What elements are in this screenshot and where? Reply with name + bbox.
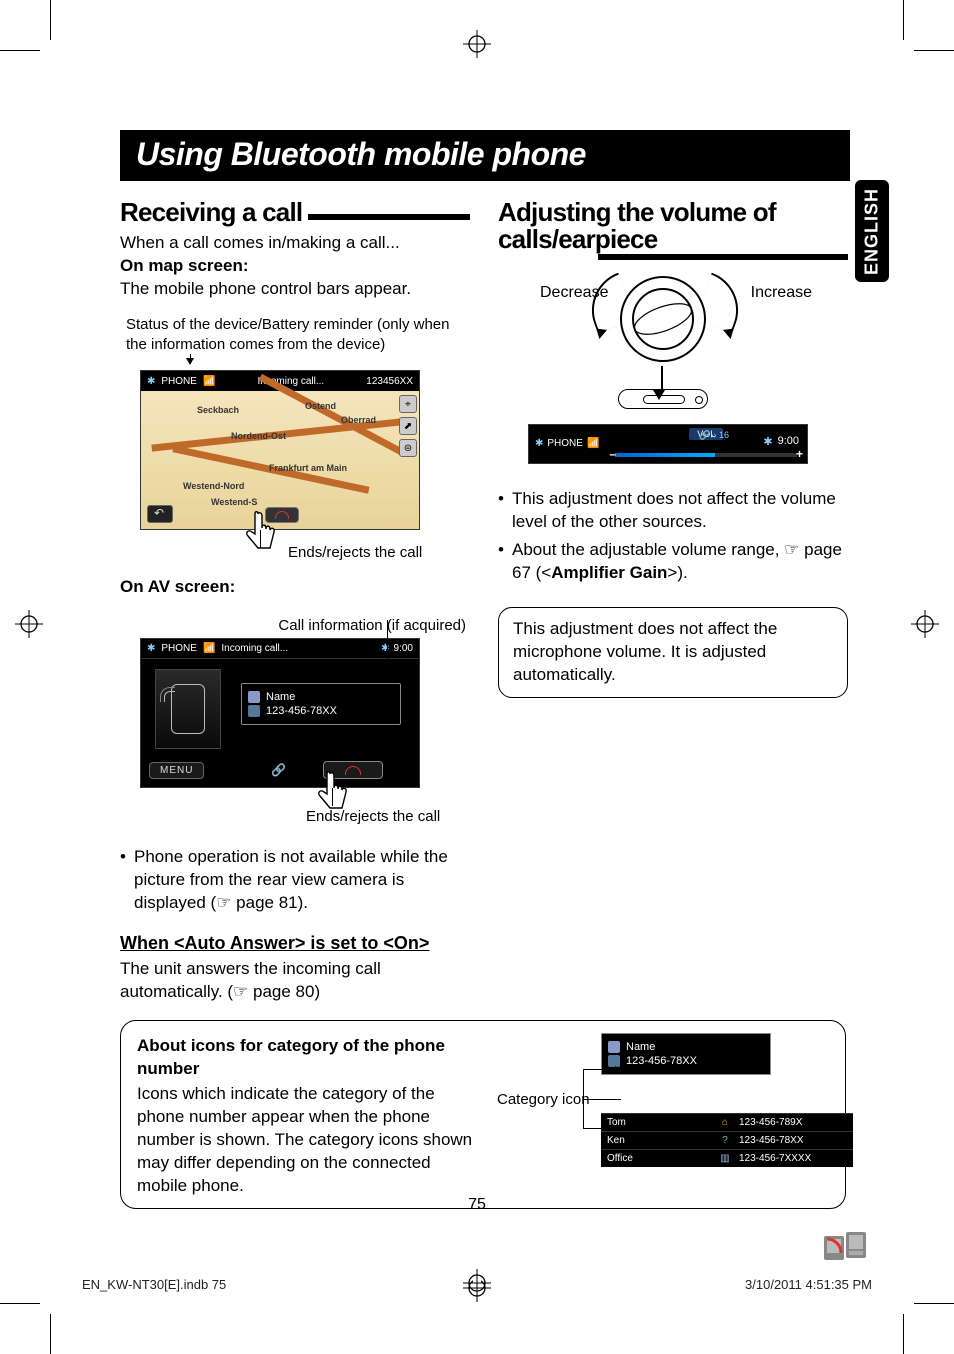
bluetooth-icon: ✱ — [535, 438, 543, 449]
section-heading-volume: Adjusting the volume of calls/earpiece — [498, 199, 848, 254]
menu-button[interactable]: MENU — [149, 762, 204, 779]
map-place: Seckbach — [197, 405, 239, 415]
av-screen-label: On AV screen: — [120, 576, 470, 599]
volume-figure: Decrease Increase ✱ PHONE — [498, 274, 838, 474]
registration-mark-icon — [911, 610, 939, 638]
home-icon: ⌂ — [717, 1117, 733, 1128]
ends-call-caption: Ends/rejects the call — [288, 544, 422, 561]
av-caption: Call information (if acquired) — [120, 617, 470, 634]
microphone-note: This adjustment does not affect the micr… — [498, 607, 848, 698]
caller-number: 123-456-78XX — [266, 705, 337, 717]
contact-list: Tom ⌂ 123-456-789X Ken ? 123-456-78XX Of… — [601, 1113, 853, 1167]
clock-value: 9:00 — [778, 435, 799, 447]
caller-name: Name — [266, 691, 295, 703]
registration-mark-icon — [15, 610, 43, 638]
unknown-icon: ? — [717, 1135, 733, 1146]
ends-call-caption: Ends/rejects the call — [306, 808, 440, 825]
list-item: Tom ⌂ 123-456-789X — [601, 1113, 853, 1131]
footer-file: EN_KW-NT30[E].indb 75 — [82, 1277, 226, 1292]
pointer-hand-icon — [228, 506, 284, 562]
about-icons-box: About icons for category of the phone nu… — [120, 1020, 846, 1209]
map-side-icon: ⬈ — [399, 417, 417, 435]
map-place: Oberrad — [341, 415, 376, 425]
map-screen-label: On map screen: — [120, 255, 470, 278]
registration-mark-icon — [463, 30, 491, 58]
person-icon — [608, 1041, 620, 1053]
signal-icon: 📶 — [203, 643, 215, 654]
list-item: Office ▥ 123-456-7XXXX — [601, 1149, 853, 1167]
footer-timestamp: 3/10/2011 4:51:35 PM — [745, 1277, 872, 1292]
phone-image-icon — [155, 669, 221, 749]
bullet-rear-camera: Phone operation is not available while t… — [120, 846, 470, 915]
incoming-label: Incoming call... — [221, 643, 288, 654]
phone-mode-label: PHONE — [161, 376, 197, 387]
bullet-volume-other-sources: This adjustment does not affect the volu… — [498, 488, 848, 534]
map-place: Frankfurt am Main — [269, 463, 347, 473]
heading-rule — [308, 214, 470, 220]
phone-mode-label: PHONE — [547, 438, 583, 449]
incoming-label: Incoming call... — [221, 376, 360, 387]
vol-plus-icon: + — [796, 447, 803, 461]
sample-name: Name — [626, 1041, 655, 1053]
map-place: Westend-Nord — [183, 481, 244, 491]
pdf-badge-icon — [824, 1232, 868, 1262]
bluetooth-icon: ✱ — [147, 376, 155, 387]
auto-answer-subheading: When <Auto Answer> is set to <On> — [120, 933, 470, 954]
page-number: 75 — [0, 1196, 954, 1214]
phone-icon — [248, 705, 260, 717]
bluetooth-icon: ✱ — [147, 643, 155, 654]
vol-minus-icon: – — [609, 447, 616, 461]
map-side-icon: ⌖ — [399, 395, 417, 413]
about-heading: About icons for category of the phone nu… — [137, 1035, 477, 1081]
handsfree-indicator: 🔗›› 16 — [699, 430, 729, 441]
section-heading-receiving: Receiving a call — [120, 199, 302, 226]
person-icon — [248, 691, 260, 703]
office-icon: ▥ — [717, 1153, 733, 1164]
signal-icon: 📶 — [203, 376, 215, 387]
auto-answer-body: The unit answers the incoming call autom… — [120, 958, 470, 1004]
bullet-volume-range: About the adjustable volume range, ☞ pag… — [498, 539, 848, 585]
av-screenshot: ✱ PHONE 📶 Incoming call... ✱ 9:00 Name 12… — [140, 638, 420, 788]
footer-registration-icon — [463, 1269, 491, 1300]
status-note: Status of the device/Battery reminder (o… — [120, 315, 470, 354]
bluetooth-small-icon: ✱ — [381, 643, 389, 654]
map-place: Nordend-Ost — [231, 431, 286, 441]
bluetooth-small-icon: ✱ — [763, 435, 772, 448]
bt-link-icon: 🔗 — [271, 763, 286, 777]
increase-label: Increase — [751, 284, 812, 302]
intro-text: When a call comes in/making a call... — [120, 232, 470, 255]
caller-number: 123456XX — [366, 376, 413, 387]
back-button[interactable] — [147, 505, 173, 523]
phone-mode-label: PHONE — [161, 643, 197, 654]
volume-button-face — [618, 389, 708, 409]
sample-number: 123-456-78XX — [626, 1055, 697, 1067]
map-screen-body: The mobile phone control bars appear. — [120, 278, 470, 301]
map-side-icon: ⊜ — [399, 439, 417, 457]
page-title: Using Bluetooth mobile phone — [120, 130, 850, 181]
sample-call-info: Name 123-456-78XX — [601, 1033, 771, 1075]
call-info-box: Name 123-456-78XX — [241, 683, 401, 725]
clock-value: 9:00 — [394, 643, 413, 654]
category-icon-label: Category icon — [497, 1091, 590, 1108]
map-place: Ostend — [305, 401, 336, 411]
volume-knob-icon — [618, 274, 708, 364]
language-tab: ENGLISH — [855, 180, 889, 282]
list-item: Ken ? 123-456-78XX — [601, 1131, 853, 1149]
volume-status-bar: ✱ PHONE 📶 VOL – + 🔗›› 16 ✱9:00 — [528, 424, 808, 464]
signal-icon: 📶 — [587, 438, 599, 449]
about-body: Icons which indicate the category of the… — [137, 1084, 472, 1195]
